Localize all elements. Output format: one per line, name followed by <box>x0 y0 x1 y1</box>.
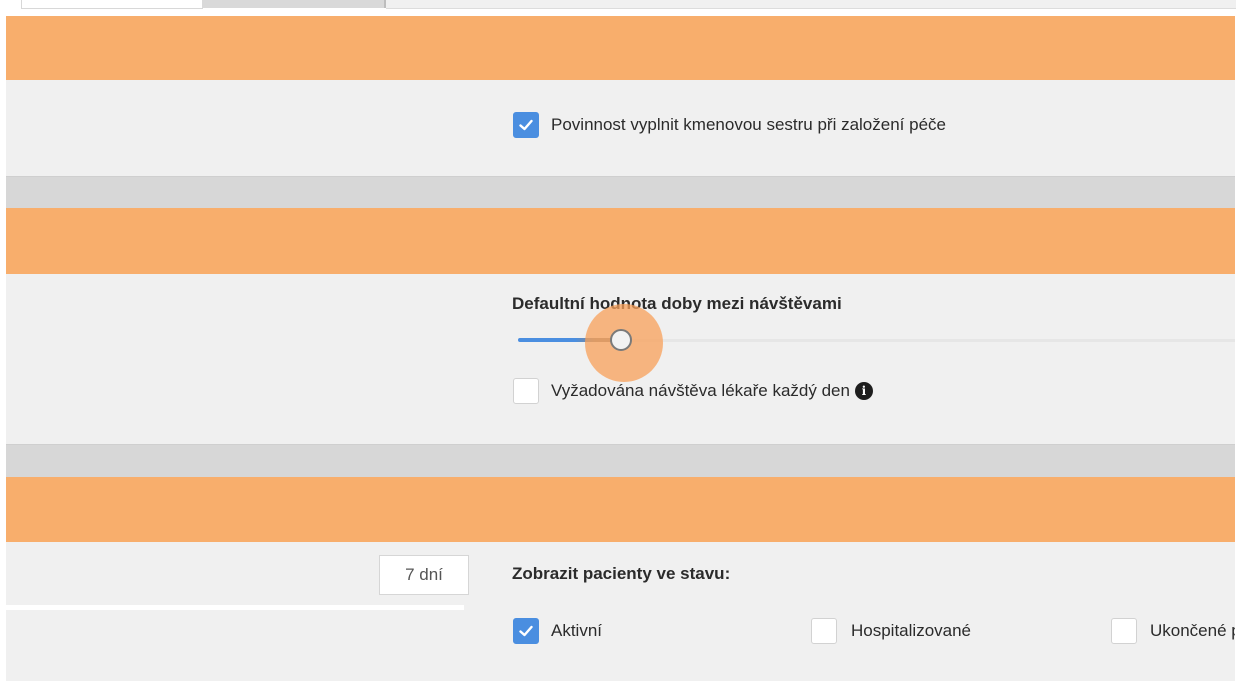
show-patients-label: Zobrazit pacienty ve stavu: <box>512 564 731 583</box>
section-header-3 <box>6 477 1235 542</box>
section-separator-2 <box>6 444 1235 477</box>
checkmark-icon <box>519 625 533 637</box>
doctor-daily-checkbox[interactable] <box>513 378 539 404</box>
slider-handle[interactable] <box>610 329 632 351</box>
state-ended-checkbox[interactable] <box>1111 618 1137 644</box>
state-active-label[interactable]: Aktivní <box>551 621 602 641</box>
info-icon[interactable]: i <box>854 382 873 400</box>
section-panel-3 <box>6 542 1235 681</box>
range-track <box>6 605 464 610</box>
interval-slider-label: Defaultní hodnota doby mezi návštěvami <box>512 294 842 313</box>
doctor-daily-row: Vyžadována návštěva lékaře každý den i <box>551 381 873 401</box>
state-ended-label[interactable]: Ukončené p <box>1150 621 1235 641</box>
state-active-checkbox[interactable] <box>513 618 539 644</box>
required-nurse-label[interactable]: Povinnost vyplnit kmenovou sestru při za… <box>551 115 946 135</box>
section-separator-1 <box>6 176 1235 208</box>
tab-1[interactable] <box>21 0 203 9</box>
checkmark-icon <box>519 119 533 131</box>
state-hospitalized-checkbox[interactable] <box>811 618 837 644</box>
state-hospitalized-label[interactable]: Hospitalizované <box>851 621 971 641</box>
slider-track[interactable] <box>600 339 1235 342</box>
section-header-1 <box>6 16 1235 80</box>
days-value-field[interactable]: 7 dní <box>379 555 469 595</box>
tab-bar-fill <box>386 0 1236 9</box>
tab-2[interactable] <box>202 0 384 8</box>
doctor-daily-label[interactable]: Vyžadována návštěva lékaře každý den <box>551 381 850 401</box>
section-header-2 <box>6 208 1235 274</box>
required-nurse-checkbox[interactable] <box>513 112 539 138</box>
